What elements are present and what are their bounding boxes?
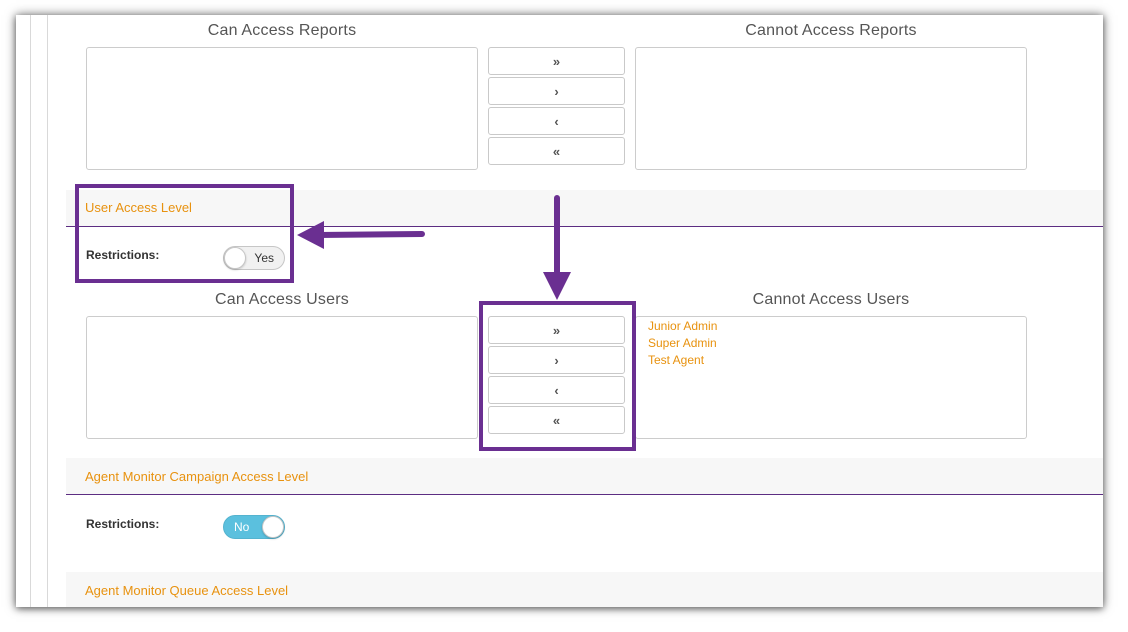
left-arrow-icon — [297, 221, 425, 249]
annotation-arrows — [297, 195, 571, 300]
down-arrow-icon — [543, 195, 571, 300]
